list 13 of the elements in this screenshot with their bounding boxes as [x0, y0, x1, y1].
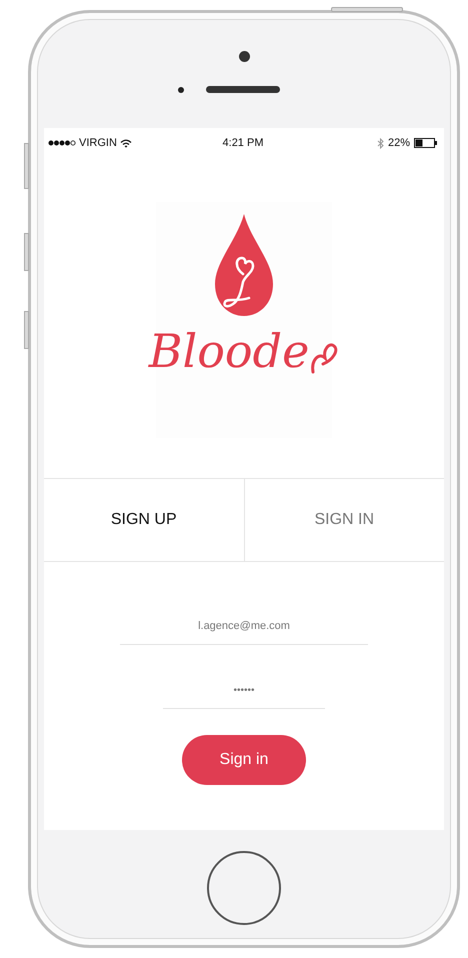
battery-percent: 22%	[388, 137, 410, 149]
camera-icon	[238, 51, 250, 62]
logo-wordmark: Bloode	[148, 328, 310, 374]
battery-icon	[414, 138, 438, 148]
sensor-icon	[178, 86, 184, 92]
status-time: 4:21 PM	[222, 137, 264, 149]
sign-in-button[interactable]: Sign in	[182, 735, 306, 785]
signal-icon	[48, 140, 76, 146]
home-button[interactable]	[207, 850, 281, 924]
carrier-name: VIRGIN	[79, 137, 117, 149]
bluetooth-icon	[376, 138, 384, 148]
wifi-icon	[120, 138, 132, 148]
speaker-icon	[206, 86, 280, 93]
